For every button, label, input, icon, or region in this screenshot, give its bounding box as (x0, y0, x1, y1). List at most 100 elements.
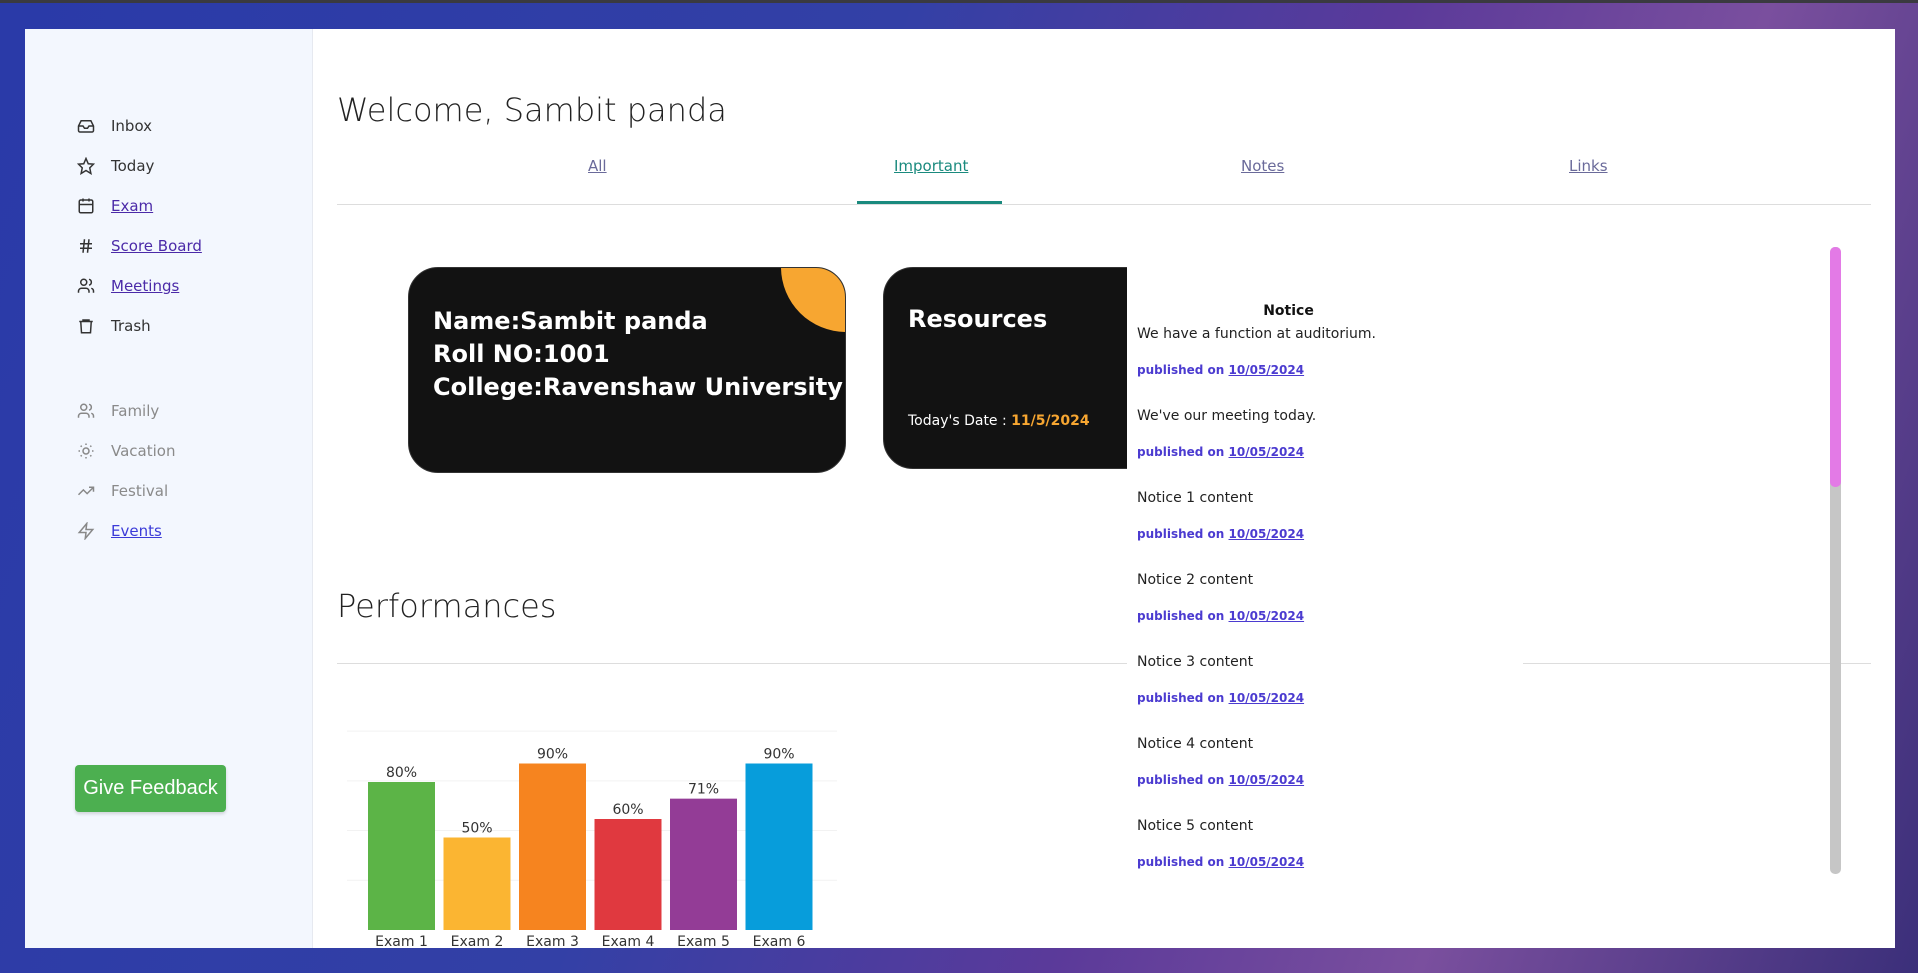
performances-heading: Performances (337, 587, 557, 625)
notice-list: We have a function at auditorium. publis… (1137, 323, 1457, 897)
published-date-link[interactable]: 10/05/2024 (1229, 527, 1305, 541)
star-icon (76, 156, 96, 176)
published-label: published on (1137, 445, 1229, 459)
notice-text: Notice 5 content (1137, 818, 1254, 834)
zap-icon (76, 521, 96, 541)
tab-notes[interactable]: Notes (1241, 157, 1284, 175)
sidebar-item-vacation[interactable]: Vacation (76, 431, 175, 471)
chart-data-label: 90% (763, 747, 794, 763)
notice-published: published on 10/05/2024 (1137, 691, 1457, 705)
chart-data-label: 71% (688, 782, 719, 798)
student-name: Name:Sambit panda (433, 307, 708, 335)
sidebar-item-score-board[interactable]: Score Board (76, 226, 202, 266)
notice-text: Notice 1 content (1137, 490, 1254, 506)
sidebar-item-label: Vacation (111, 442, 176, 460)
tab-links[interactable]: Links (1569, 157, 1608, 175)
notice-text: We have a function at auditorium. (1137, 326, 1376, 342)
published-date-link[interactable]: 10/05/2024 (1229, 855, 1305, 869)
tab-all[interactable]: All (588, 157, 607, 175)
sidebar-item-exam[interactable]: Exam (76, 186, 202, 226)
active-tab-indicator (857, 201, 1002, 204)
chart-category-label: Exam 1 (375, 934, 428, 948)
resources-title: Resources (908, 305, 1048, 333)
sidebar-item-label: Family (111, 402, 160, 420)
chart-data-label: 60% (612, 802, 643, 818)
published-date-link[interactable]: 10/05/2024 (1229, 691, 1305, 705)
published-date-link[interactable]: 10/05/2024 (1229, 445, 1305, 459)
window-top-bar (0, 0, 1918, 3)
student-college: College:Ravenshaw University (433, 373, 843, 401)
trash-icon (76, 316, 96, 336)
date-label: Today's Date : (908, 413, 1012, 429)
chart-category-label: Exam 4 (602, 934, 655, 948)
notice-text: We've our meeting today. (1137, 408, 1317, 424)
inbox-icon (76, 116, 96, 136)
sun-icon (76, 441, 96, 461)
sidebar-item-label: Inbox (111, 117, 153, 135)
notice-published: published on 10/05/2024 (1137, 527, 1457, 541)
main-content: Welcome, Sambit panda All Important Note… (337, 29, 1871, 948)
scrollbar-thumb[interactable] (1830, 247, 1841, 487)
notice-text: Notice 3 content (1137, 654, 1254, 670)
sidebar-item-meetings[interactable]: Meetings (76, 266, 202, 306)
sidebar-secondary-nav: Family Vacation Festival Events (76, 391, 175, 551)
sidebar-item-label: Meetings (111, 277, 180, 295)
published-date-link[interactable]: 10/05/2024 (1229, 363, 1305, 377)
chart-bar (368, 782, 435, 930)
student-info-card: Name:Sambit panda Roll NO:1001 College:R… (408, 267, 846, 473)
published-label: published on (1137, 363, 1229, 377)
published-label: published on (1137, 691, 1229, 705)
sidebar-item-today[interactable]: Today (76, 146, 202, 186)
notice-scrollbar[interactable] (1830, 247, 1841, 874)
chart-category-label: Exam 3 (526, 934, 579, 948)
notice-panel: Notice We have a function at auditorium.… (1127, 239, 1523, 889)
tab-important[interactable]: Important (894, 157, 968, 175)
published-label: published on (1137, 527, 1229, 541)
chart-bar (745, 763, 813, 930)
notice-text: Notice 4 content (1137, 736, 1254, 752)
chart-category-label: Exam 5 (677, 934, 730, 948)
chart-bar (670, 798, 737, 930)
users-icon (76, 276, 96, 296)
notice-text: Notice 2 content (1137, 572, 1254, 588)
users-icon (76, 401, 96, 421)
sidebar-item-label: Festival (111, 482, 169, 500)
published-label: published on (1137, 855, 1229, 869)
chart-category-label: Exam 2 (451, 934, 504, 948)
notice-item: We have a function at auditorium. publis… (1137, 323, 1457, 405)
notice-item: We've our meeting today. published on 10… (1137, 405, 1457, 487)
sidebar-item-festival[interactable]: Festival (76, 471, 175, 511)
sidebar-item-label: Events (111, 522, 162, 540)
app-frame: Inbox Today Exam Score Board Meetings Tr… (25, 29, 1895, 948)
sidebar-item-events[interactable]: Events (76, 511, 175, 551)
notice-item: Notice 5 content published on 10/05/2024 (1137, 815, 1457, 897)
notice-item: Notice 3 content published on 10/05/2024 (1137, 651, 1457, 733)
notice-published: published on 10/05/2024 (1137, 363, 1457, 377)
notice-published: published on 10/05/2024 (1137, 609, 1457, 623)
page-title: Welcome, Sambit panda (337, 91, 727, 129)
sidebar-item-trash[interactable]: Trash (76, 306, 202, 346)
trending-up-icon (76, 481, 96, 501)
chart-bar (594, 819, 662, 930)
calendar-icon (76, 196, 96, 216)
sidebar-item-family[interactable]: Family (76, 391, 175, 431)
published-label: published on (1137, 609, 1229, 623)
chart-bar (443, 837, 511, 930)
published-label: published on (1137, 773, 1229, 787)
published-date-link[interactable]: 10/05/2024 (1229, 609, 1305, 623)
notice-item: Notice 2 content published on 10/05/2024 (1137, 569, 1457, 651)
sidebar-primary-nav: Inbox Today Exam Score Board Meetings Tr… (76, 106, 202, 346)
give-feedback-button[interactable]: Give Feedback (75, 765, 226, 812)
date-value: 11/5/2024 (1011, 413, 1090, 429)
todays-date: Today's Date : 11/5/2024 (908, 413, 1090, 429)
sidebar-item-label: Exam (111, 197, 154, 215)
chart-data-label: 80% (386, 765, 417, 781)
chart-data-label: 90% (537, 747, 568, 763)
notice-published: published on 10/05/2024 (1137, 445, 1457, 459)
sidebar-item-inbox[interactable]: Inbox (76, 106, 202, 146)
hash-icon (76, 236, 96, 256)
sidebar-item-label: Score Board (111, 237, 202, 255)
chart-bar (519, 763, 586, 930)
published-date-link[interactable]: 10/05/2024 (1229, 773, 1305, 787)
tab-bar: All Important Notes Links (337, 157, 1871, 205)
